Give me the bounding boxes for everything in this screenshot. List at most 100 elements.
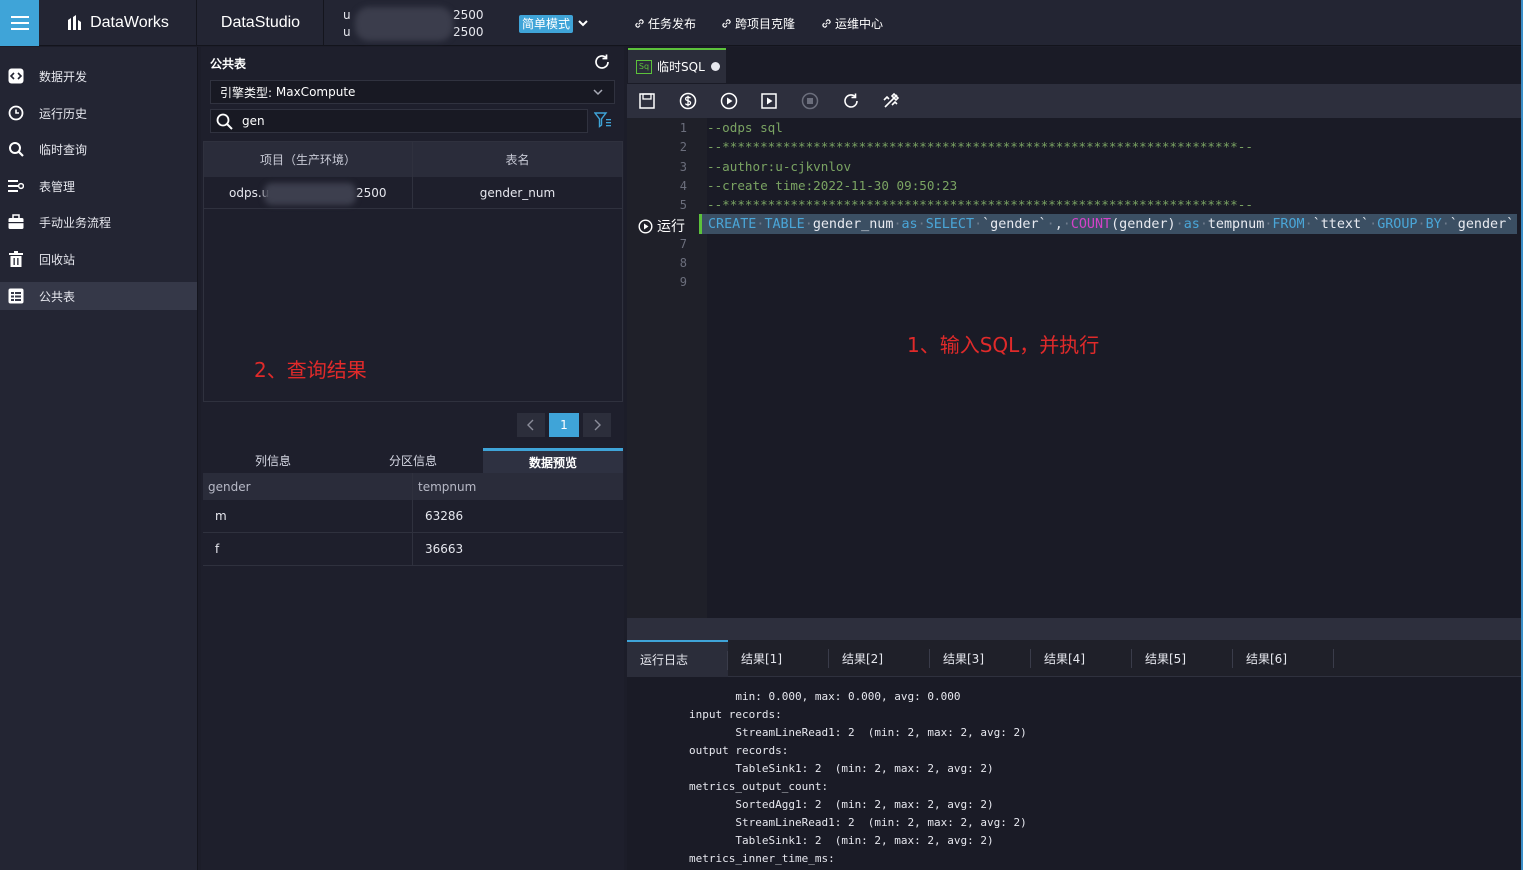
nav-item-recycle-bin[interactable]: 回收站 <box>0 245 197 273</box>
save-icon[interactable] <box>637 91 657 111</box>
line-number: 8 <box>679 256 687 270</box>
next-page-button[interactable] <box>583 413 611 437</box>
link-ops-center[interactable]: 运维中心 <box>821 0 883 46</box>
data-preview-table: gender tempnum m 63286 f 36663 <box>203 473 623 566</box>
engine-value: MaxCompute <box>275 85 356 99</box>
sql-file-icon: Sq <box>636 59 652 74</box>
studio-title[interactable]: DataStudio <box>198 0 324 46</box>
tab-result-4[interactable]: 结果[4] <box>1031 640 1132 677</box>
tab-result-3[interactable]: 结果[3] <box>930 640 1031 677</box>
run-icon <box>638 218 653 234</box>
preview-cell: f <box>203 533 413 565</box>
tab-partition-info[interactable]: 分区信息 <box>343 448 483 473</box>
prev-page-button[interactable] <box>517 413 545 437</box>
log-line: input records: <box>689 708 782 721</box>
redaction-blur <box>264 183 356 205</box>
sql-identifier: `gender` <box>982 216 1047 232</box>
project-line1-suffix: 2500 <box>453 8 484 22</box>
log-line: min: 0.000, max: 0.000, avg: 0.000 <box>689 690 961 703</box>
code-line: --**************************************… <box>707 139 1253 154</box>
mode-badge[interactable]: 简单模式 <box>519 15 574 33</box>
table-row[interactable]: odps.u 2500 gender_num <box>204 177 622 209</box>
tab-data-preview[interactable]: 数据预览 <box>483 448 623 473</box>
left-nav: 数据开发 运行历史 临时查询 表管理 手动业务流程 回收站 公共表 <box>0 47 198 870</box>
nav-label: 临时查询 <box>39 142 88 157</box>
line-number: 9 <box>679 275 687 289</box>
code-line: --**************************************… <box>707 197 1253 212</box>
code-icon <box>8 68 24 84</box>
nav-label: 公共表 <box>39 289 76 304</box>
public-table-panel: 公共表 引擎类型: MaxCompute 项目（生产环境） 表名 odps.u … <box>201 47 624 870</box>
format-tools-icon[interactable] <box>881 91 901 111</box>
unsaved-dot-icon[interactable] <box>710 62 720 71</box>
preview-cell: 63286 <box>425 509 464 523</box>
brand-logo[interactable]: DataWorks <box>39 0 197 46</box>
line-number: 3 <box>679 160 687 174</box>
project-suffix: 2500 <box>356 185 387 200</box>
link-label: 运维中心 <box>835 16 884 31</box>
link-icon <box>722 18 731 28</box>
menu-icon[interactable] <box>0 0 39 46</box>
nav-item-manual-workflow[interactable]: 手动业务流程 <box>0 208 197 236</box>
line-number-gutter: 1 2 3 4 5 7 8 9 运行 <box>627 118 707 618</box>
sql-identifier: tempnum <box>1207 216 1265 232</box>
preview-cell: 36663 <box>425 542 464 556</box>
tab-run-log[interactable]: 运行日志 <box>627 640 728 677</box>
log-line: StreamLineRead1: 2 (min: 2, max: 2, avg:… <box>689 726 1027 739</box>
code-editor[interactable]: --odps sql --***************************… <box>699 118 1523 618</box>
inline-run-button[interactable]: 运行 <box>638 216 685 236</box>
code-line: --odps sql <box>707 120 783 135</box>
log-line: SortedAgg1: 2 (min: 2, max: 2, avg: 2) <box>689 798 994 811</box>
run-label: 运行 <box>657 219 685 235</box>
run-with-params-icon[interactable] <box>759 91 779 111</box>
stop-icon[interactable] <box>800 91 820 111</box>
tab-result-1[interactable]: 结果[1] <box>728 640 829 677</box>
link-task-publish[interactable]: 任务发布 <box>634 0 696 46</box>
link-cross-project-clone[interactable]: 跨项目克隆 <box>721 0 795 46</box>
nav-item-run-history[interactable]: 运行历史 <box>0 99 197 127</box>
tab-result-5[interactable]: 结果[5] <box>1132 640 1233 677</box>
log-line: TableSink1: 2 (min: 2, max: 2, avg: 2) <box>689 834 994 847</box>
cell-table-name: gender_num <box>479 185 556 200</box>
tab-column-info[interactable]: 列信息 <box>203 448 343 473</box>
tab-temp-sql[interactable]: Sq 临时SQL <box>628 48 726 83</box>
project-selector[interactable]: u 2500 u 2500 <box>343 7 503 41</box>
nav-item-table-manage[interactable]: 表管理 <box>0 172 197 200</box>
run-log-output[interactable]: min: 0.000, max: 0.000, avg: 0.000 input… <box>627 678 1523 870</box>
log-line: StreamLineRead1: 2 (min: 2, max: 2, avg:… <box>689 816 1027 829</box>
panel-splitter[interactable] <box>627 618 1523 640</box>
table-row: m 63286 <box>203 500 623 533</box>
code-line: --author:u-cjkvnlov <box>707 159 852 174</box>
table-search-field[interactable] <box>210 109 588 133</box>
sql-keyword: SELECT <box>925 216 975 232</box>
editor-tab-bar: Sq 临时SQL <box>627 47 1523 83</box>
filter-icon[interactable] <box>594 112 612 128</box>
redaction-blur <box>355 7 453 41</box>
engine-label: 引擎类型: <box>220 85 273 100</box>
nav-item-public-table[interactable]: 公共表 <box>0 282 197 310</box>
pagination: 1 <box>517 413 611 437</box>
cell-project: odps.u 2500 <box>204 177 413 208</box>
clock-icon <box>8 105 24 121</box>
table-manage-icon <box>8 178 24 194</box>
tab-result-2[interactable]: 结果[2] <box>829 640 930 677</box>
nav-item-data-dev[interactable]: 数据开发 <box>0 62 197 90</box>
engine-select[interactable]: 引擎类型: MaxCompute <box>210 80 615 104</box>
top-bar: DataWorks DataStudio u 2500 u 2500 简单模式 … <box>0 0 1523 46</box>
refresh-icon[interactable] <box>593 53 611 71</box>
reload-icon[interactable] <box>841 91 861 111</box>
sql-keyword: TABLE <box>764 216 805 232</box>
run-icon[interactable] <box>719 91 739 111</box>
result-tabs: 运行日志 结果[1] 结果[2] 结果[3] 结果[4] 结果[5] 结果[6] <box>627 640 1523 677</box>
search-input[interactable] <box>242 114 562 128</box>
nav-item-temp-query[interactable]: 临时查询 <box>0 135 197 163</box>
nav-label: 数据开发 <box>39 69 88 84</box>
link-icon <box>822 18 831 28</box>
table-header: 项目（生产环境） 表名 <box>204 142 622 177</box>
tab-result-6[interactable]: 结果[6] <box>1233 640 1334 677</box>
detail-tabs: 列信息 分区信息 数据预览 <box>203 448 623 473</box>
chevron-down-icon[interactable] <box>577 14 589 32</box>
cost-estimate-icon[interactable] <box>678 91 698 111</box>
page-number-button[interactable]: 1 <box>549 413 579 437</box>
panel-title: 公共表 <box>210 57 247 71</box>
